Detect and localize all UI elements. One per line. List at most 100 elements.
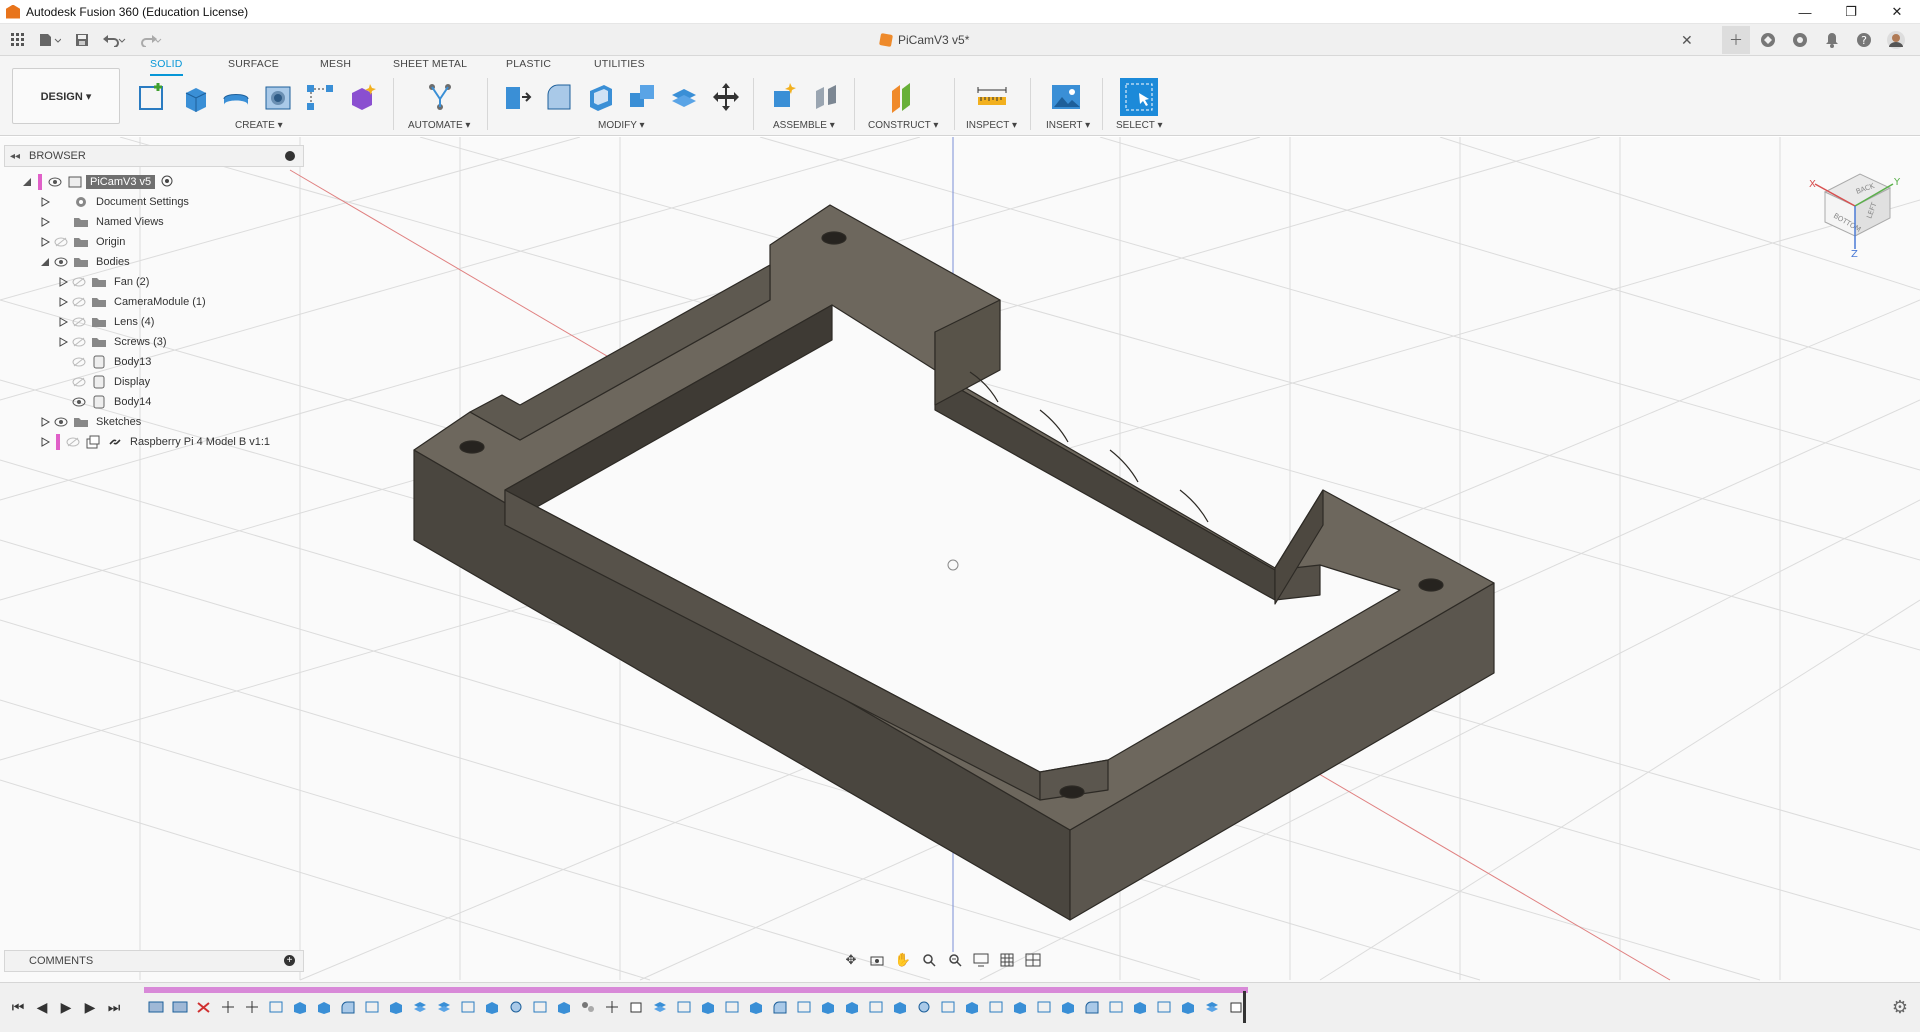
timeline-prev-icon[interactable]: ◀ <box>32 997 52 1017</box>
extrude-icon[interactable] <box>176 80 212 114</box>
timeline-feature-icon[interactable] <box>1128 995 1152 1019</box>
hidden-eye-icon[interactable] <box>64 435 82 449</box>
timeline-feature-icon[interactable] <box>840 995 864 1019</box>
insert-image-icon[interactable] <box>1048 80 1084 114</box>
timeline-feature-icon[interactable] <box>720 995 744 1019</box>
timeline-feature-icon[interactable] <box>912 995 936 1019</box>
timeline-feature-icon[interactable] <box>1152 995 1176 1019</box>
display-settings-icon[interactable] <box>970 949 992 971</box>
browser-panel-header[interactable]: ◂◂ BROWSER <box>4 145 304 167</box>
timeline-feature-icon[interactable] <box>456 995 480 1019</box>
timeline-feature-icon[interactable] <box>960 995 984 1019</box>
file-menu-icon[interactable] <box>32 26 68 54</box>
undo-icon[interactable] <box>96 26 132 54</box>
timeline-feature-icon[interactable] <box>888 995 912 1019</box>
timeline-first-icon[interactable]: ⏮ <box>8 997 28 1017</box>
timeline-feature-icon[interactable] <box>1056 995 1080 1019</box>
expand-triangle-icon[interactable] <box>56 295 70 309</box>
tab-surface[interactable]: SURFACE <box>228 58 279 76</box>
timeline-feature-icon[interactable] <box>192 995 216 1019</box>
hidden-eye-icon[interactable] <box>70 275 88 289</box>
hidden-eye-icon[interactable] <box>52 235 70 249</box>
pan-hand-icon[interactable]: ✋ <box>892 949 914 971</box>
tree-item-body14[interactable]: Body14 <box>70 392 155 412</box>
tab-sheet-metal[interactable]: SHEET METAL <box>393 58 467 76</box>
hidden-eye-icon[interactable] <box>70 315 88 329</box>
user-avatar[interactable] <box>1882 26 1910 54</box>
timeline-feature-icon[interactable] <box>744 995 768 1019</box>
insert-group-label[interactable]: INSERT ▾ <box>1046 120 1090 131</box>
close-tab-button[interactable]: ✕ <box>1681 32 1693 49</box>
comments-panel-header[interactable]: COMMENTS + <box>4 950 304 972</box>
timeline-feature-icon[interactable] <box>768 995 792 1019</box>
expand-triangle-icon[interactable] <box>38 195 52 209</box>
tree-item-bodies[interactable]: Bodies <box>38 252 134 272</box>
tree-item-lens[interactable]: Lens (4) <box>56 312 158 332</box>
tree-item-document-settings[interactable]: Document Settings <box>38 192 193 212</box>
hidden-eye-icon[interactable] <box>70 295 88 309</box>
add-comment-icon[interactable]: + <box>284 955 295 966</box>
form-create-icon[interactable] <box>344 80 380 114</box>
orbit-icon[interactable]: ✥ <box>840 949 862 971</box>
fillet-icon[interactable] <box>540 80 576 114</box>
timeline-marker[interactable] <box>1243 991 1246 1023</box>
automate-group-label[interactable]: AUTOMATE ▾ <box>408 120 470 131</box>
timeline-settings-gear-icon[interactable]: ⚙ <box>1892 997 1908 1018</box>
tree-item-named-views[interactable]: Named Views <box>38 212 168 232</box>
tree-item-screws[interactable]: Screws (3) <box>56 332 171 352</box>
offset-plane-icon[interactable] <box>884 80 920 114</box>
collapse-triangle-icon[interactable] <box>20 175 34 189</box>
document-tab[interactable]: PiCamV3 v5* <box>879 24 969 56</box>
timeline-feature-icon[interactable] <box>1176 995 1200 1019</box>
visibility-eye-icon[interactable] <box>52 255 70 269</box>
timeline-feature-icon[interactable] <box>552 995 576 1019</box>
visibility-eye-icon[interactable] <box>70 395 88 409</box>
timeline-feature-icon[interactable] <box>360 995 384 1019</box>
expand-triangle-icon[interactable] <box>38 415 52 429</box>
timeline-feature-icon[interactable] <box>528 995 552 1019</box>
select-group-label[interactable]: SELECT ▾ <box>1116 120 1163 131</box>
view-cube[interactable]: BACK BOTTOM LEFT X Y Z <box>1805 157 1905 257</box>
timeline-feature-icon[interactable] <box>1008 995 1032 1019</box>
expand-triangle-icon[interactable] <box>56 315 70 329</box>
collapse-triangle-icon[interactable] <box>38 255 52 269</box>
zoom-icon[interactable] <box>918 949 940 971</box>
expand-triangle-icon[interactable] <box>38 235 52 249</box>
timeline-feature-icon[interactable] <box>624 995 648 1019</box>
new-tab-plus-icon[interactable]: ＋ <box>1722 26 1750 54</box>
close-window-button[interactable]: ✕ <box>1874 0 1920 24</box>
tree-root[interactable]: PiCamV3 v5 <box>20 172 173 192</box>
create-group-label[interactable]: CREATE ▾ <box>235 120 283 131</box>
timeline-feature-icon[interactable] <box>336 995 360 1019</box>
revolve-icon[interactable] <box>218 80 254 114</box>
timeline-feature-icon[interactable] <box>144 995 168 1019</box>
press-pull-icon[interactable] <box>498 80 534 114</box>
help-icon[interactable]: ? <box>1850 26 1878 54</box>
workspace-switcher-button[interactable]: DESIGN ▾ <box>12 68 120 124</box>
look-at-icon[interactable] <box>866 949 888 971</box>
tab-mesh[interactable]: MESH <box>320 58 351 76</box>
hidden-eye-icon[interactable] <box>70 335 88 349</box>
tree-item-fan[interactable]: Fan (2) <box>56 272 153 292</box>
tree-item-camera-module[interactable]: CameraModule (1) <box>56 292 210 312</box>
minimize-button[interactable]: — <box>1782 0 1828 24</box>
timeline-feature-icon[interactable] <box>216 995 240 1019</box>
browser-minimize-icon[interactable] <box>285 151 295 161</box>
pattern-icon[interactable] <box>302 80 338 114</box>
assemble-group-label[interactable]: ASSEMBLE ▾ <box>773 120 835 131</box>
timeline-feature-icon[interactable] <box>168 995 192 1019</box>
hidden-eye-icon[interactable] <box>70 375 88 389</box>
3d-viewport[interactable]: BACK BOTTOM LEFT X Y Z <box>0 137 1920 982</box>
fit-icon[interactable] <box>944 949 966 971</box>
measure-icon[interactable] <box>974 80 1010 114</box>
timeline-track[interactable] <box>144 987 1248 993</box>
timeline-feature-icon[interactable] <box>672 995 696 1019</box>
redo-icon[interactable] <box>132 26 168 54</box>
timeline-feature-icon[interactable] <box>936 995 960 1019</box>
offset-face-icon[interactable] <box>666 80 702 114</box>
timeline-last-icon[interactable]: ⏭ <box>104 997 124 1017</box>
collapse-panel-icon[interactable]: ◂◂ <box>5 151 25 162</box>
new-component-icon[interactable] <box>766 80 802 114</box>
modify-group-label[interactable]: MODIFY ▾ <box>598 120 645 131</box>
viewports-icon[interactable] <box>1022 949 1044 971</box>
